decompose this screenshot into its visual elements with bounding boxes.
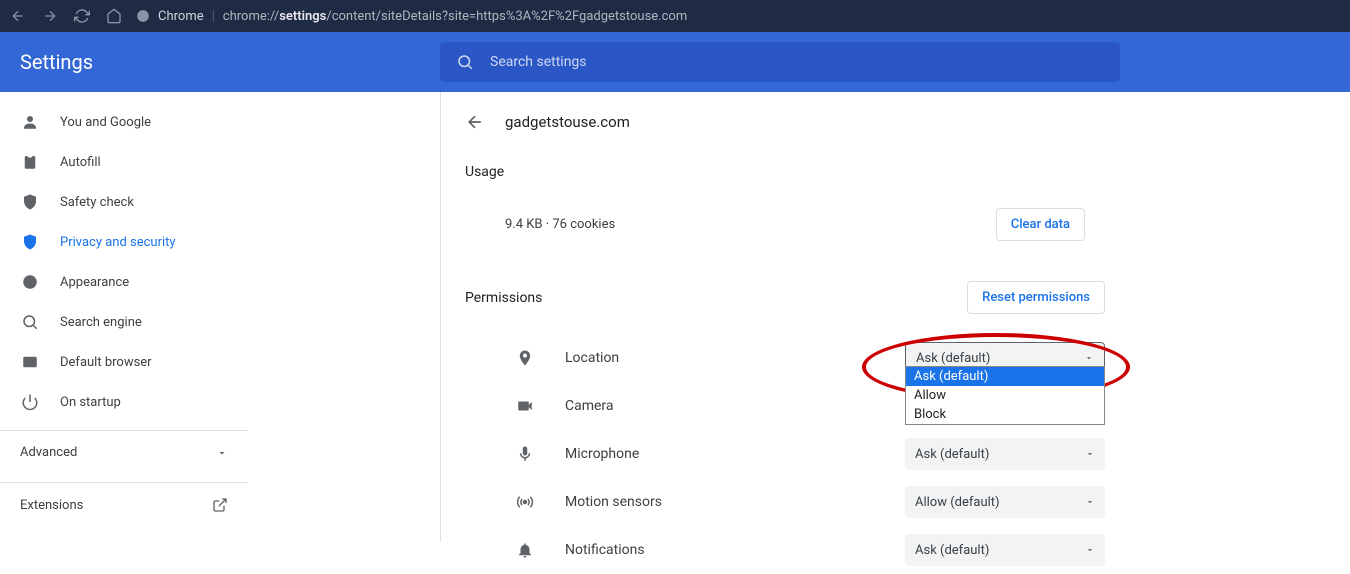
person-icon [20, 113, 40, 131]
sidebar-advanced[interactable]: Advanced [0, 431, 248, 474]
sidebar-item-safety-check[interactable]: Safety check [0, 182, 248, 222]
permissions-label: Permissions [465, 290, 542, 306]
sidebar-item-autofill[interactable]: Autofill [0, 142, 248, 182]
clipboard-icon [20, 153, 40, 171]
browser-icon [20, 353, 40, 371]
dropdown-option-block[interactable]: Block [906, 405, 1104, 424]
back-button[interactable] [8, 6, 28, 26]
clear-data-button[interactable]: Clear data [996, 208, 1085, 241]
sidebar-item-label: Default browser [60, 355, 152, 370]
browser-toolbar: Chrome | chrome://settings/content/siteD… [0, 0, 1350, 32]
sidebar-item-you-and-google[interactable]: You and Google [0, 102, 248, 142]
sidebar-item-label: Privacy and security [60, 235, 176, 250]
reset-permissions-button[interactable]: Reset permissions [967, 281, 1105, 314]
permission-label: Motion sensors [565, 494, 905, 510]
location-icon [465, 349, 545, 367]
sidebar-item-search-engine[interactable]: Search engine [0, 302, 248, 342]
permission-label: Microphone [565, 446, 905, 462]
permission-row-notifications: Notifications Ask (default) [465, 526, 1105, 574]
site-name: gadgetstouse.com [505, 113, 630, 131]
forward-button[interactable] [40, 6, 60, 26]
url-text: chrome://settings/content/siteDetails?si… [223, 9, 687, 24]
search-box[interactable] [440, 42, 1120, 82]
search-icon [456, 53, 474, 71]
sidebar-item-label: You and Google [60, 115, 151, 130]
usage-text: 9.4 KB · 76 cookies [505, 217, 615, 232]
sidebar-item-privacy[interactable]: Privacy and security [0, 222, 248, 262]
usage-label: Usage [465, 164, 1350, 180]
shield-check-icon [20, 193, 40, 211]
permission-dropdown: Ask (default) Allow Block [905, 366, 1105, 425]
camera-icon [465, 397, 545, 415]
sidebar-item-label: On startup [60, 395, 121, 410]
sidebar-item-label: Safety check [60, 195, 134, 210]
bell-icon [465, 541, 545, 559]
chevron-down-icon [216, 447, 228, 459]
chevron-down-icon [1085, 497, 1095, 507]
permission-select-motion[interactable]: Allow (default) [905, 486, 1105, 518]
permission-select-microphone[interactable]: Ask (default) [905, 438, 1105, 470]
home-button[interactable] [104, 6, 124, 26]
permission-label: Notifications [565, 542, 905, 558]
chevron-down-icon [1084, 353, 1094, 363]
reload-button[interactable] [72, 6, 92, 26]
search-input[interactable] [490, 54, 1104, 70]
permission-row-location: Location Ask (default) Ask (default) All… [465, 334, 1105, 382]
content-area: gadgetstouse.com Usage 9.4 KB · 76 cooki… [441, 92, 1350, 542]
permission-select-notifications[interactable]: Ask (default) [905, 534, 1105, 566]
sensors-icon [465, 493, 545, 511]
search-icon [20, 313, 40, 331]
sidebar-extensions[interactable]: Extensions [0, 483, 248, 527]
palette-icon [20, 273, 40, 291]
sidebar-item-label: Appearance [60, 275, 129, 290]
microphone-icon [465, 445, 545, 463]
permission-label: Camera [565, 398, 905, 414]
browser-label: Chrome [158, 9, 204, 24]
sidebar-item-appearance[interactable]: Appearance [0, 262, 248, 302]
chrome-icon [136, 9, 150, 23]
sidebar: You and Google Autofill Safety check Pri… [0, 92, 248, 542]
page-title: Settings [20, 50, 440, 74]
chevron-down-icon [1085, 545, 1095, 555]
sidebar-item-on-startup[interactable]: On startup [0, 382, 248, 422]
sidebar-item-default-browser[interactable]: Default browser [0, 342, 248, 382]
dropdown-option-ask[interactable]: Ask (default) [906, 367, 1104, 386]
power-icon [20, 393, 40, 411]
sidebar-item-label: Autofill [60, 155, 101, 170]
shield-icon [20, 233, 40, 251]
address-bar[interactable]: Chrome | chrome://settings/content/siteD… [136, 9, 687, 24]
back-arrow[interactable] [465, 112, 485, 132]
chevron-down-icon [1085, 449, 1095, 459]
dropdown-option-allow[interactable]: Allow [906, 386, 1104, 405]
permission-row-microphone: Microphone Ask (default) [465, 430, 1105, 478]
external-link-icon [212, 497, 228, 513]
permission-row-motion-sensors: Motion sensors Allow (default) [465, 478, 1105, 526]
permission-label: Location [565, 350, 905, 366]
sidebar-item-label: Search engine [60, 315, 142, 330]
settings-header: Settings [0, 32, 1350, 92]
